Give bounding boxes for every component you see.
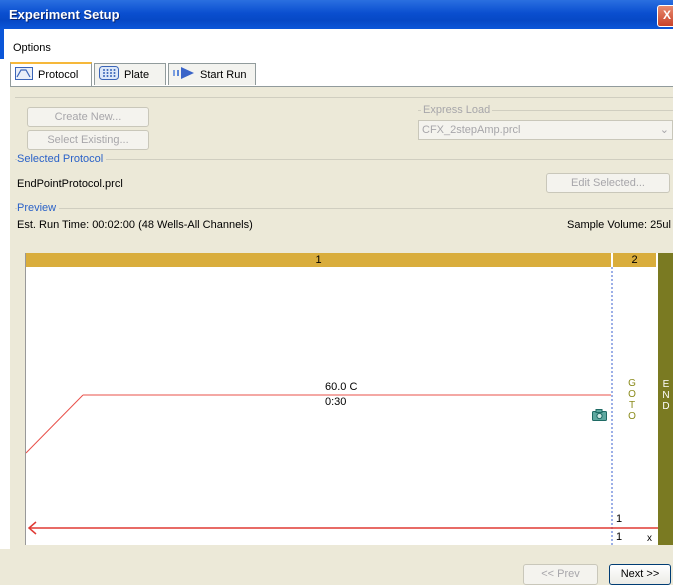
graph-lines	[26, 267, 658, 545]
temperature-label[interactable]: 60.0 C	[325, 381, 357, 393]
next-button[interactable]: Next >>	[609, 564, 671, 585]
camera-icon	[592, 409, 607, 424]
goto-letter: G	[628, 378, 636, 389]
est-run-time: Est. Run Time: 00:02:00 (48 Wells-All Ch…	[17, 219, 253, 231]
create-new-button[interactable]: Create New...	[27, 107, 149, 127]
goto-x-mark: x	[647, 533, 652, 544]
prev-button[interactable]: << Prev	[523, 564, 598, 585]
edit-selected-button[interactable]: Edit Selected...	[546, 173, 670, 193]
start-run-icon	[173, 66, 195, 83]
tab-plate[interactable]: Plate	[94, 63, 166, 85]
top-group-border	[15, 97, 673, 98]
goto-letter: O	[628, 389, 636, 400]
goto-label[interactable]: G O T O	[626, 378, 638, 422]
goto-target-step: 1	[616, 513, 623, 525]
end-letter: E	[662, 379, 670, 390]
preview-border	[15, 208, 673, 209]
goto-letter: O	[628, 411, 636, 422]
hold-time-label[interactable]: 0:30	[325, 396, 346, 408]
tab-protocol[interactable]: Protocol	[10, 62, 92, 86]
menu-bar: Options	[0, 29, 673, 59]
express-load-value: CFX_2stepAmp.prcl	[422, 124, 521, 136]
title-bar: Experiment Setup X	[0, 0, 673, 29]
select-existing-button[interactable]: Select Existing...	[27, 130, 149, 150]
chevron-down-icon: ⌄	[659, 124, 669, 136]
menu-options[interactable]: Options	[13, 42, 51, 54]
temp-ramp-line	[26, 394, 84, 454]
end-letter: D	[662, 401, 670, 412]
tab-strip: Protocol Plate Start Run	[10, 62, 673, 87]
tab-start-run-label: Start Run	[200, 68, 247, 81]
goto-repeat-count: 1	[616, 531, 623, 543]
protocol-graph: 1 2 60.0 C 0:30 G O T O E N D 1 1 x	[25, 253, 673, 545]
protocol-icon	[15, 67, 33, 83]
selected-protocol-filename: EndPointProtocol.prcl	[17, 178, 123, 190]
sample-volume: Sample Volume: 25ul	[567, 219, 671, 231]
preview-label: Preview	[17, 202, 60, 214]
tab-plate-label: Plate	[124, 68, 150, 81]
tab-start-run[interactable]: Start Run	[168, 63, 256, 85]
selected-protocol-label: Selected Protocol	[17, 153, 107, 165]
express-load-label: Express Load	[421, 104, 493, 116]
goto-letter: T	[628, 400, 636, 411]
plate-icon	[99, 66, 119, 83]
close-button[interactable]: X	[657, 5, 673, 27]
end-step[interactable]: E N D	[658, 253, 673, 545]
window-title: Experiment Setup	[9, 7, 120, 22]
tab-protocol-label: Protocol	[38, 69, 79, 81]
selected-protocol-border	[15, 159, 673, 160]
end-letter: N	[662, 390, 670, 401]
express-load-select[interactable]: CFX_2stepAmp.prcl ⌄	[418, 120, 673, 140]
